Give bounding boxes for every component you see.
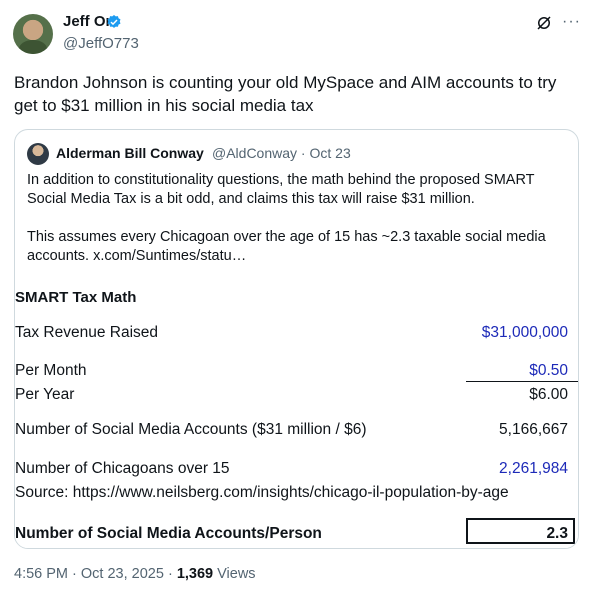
tweet-footer: 4:56 PM · Oct 23, 2025 · 1,369 Views [14, 566, 256, 582]
meta-separator: · [300, 145, 306, 161]
tax-math-image: SMART Tax Math Tax Revenue Raised $31,00… [15, 280, 578, 548]
author-handle[interactable]: @JeffO773 [63, 35, 139, 52]
tweet-text: Brandon Johnson is counting your old MyS… [14, 73, 557, 115]
quoted-author-meta: @AldConway · Oct 23 [212, 145, 351, 161]
result-box [466, 518, 575, 544]
quoted-paragraph-2: This assumes every Chicagoan over the ag… [27, 229, 546, 264]
per-year-label: Per Year [15, 386, 75, 403]
author-avatar[interactable] [13, 14, 53, 54]
quoted-tweet[interactable]: Alderman Bill Conway @AldConway · Oct 23… [14, 129, 579, 549]
verified-badge-icon [107, 15, 121, 28]
per-month-label: Per Month [15, 362, 87, 379]
grok-icon[interactable] [535, 14, 553, 32]
quoted-author-name: Alderman Bill Conway [56, 145, 204, 161]
quoted-author-avatar [27, 143, 49, 165]
accounts-label: Number of Social Media Accounts ($31 mil… [15, 421, 367, 438]
quoted-text: In addition to constitutionality questio… [27, 171, 567, 266]
more-options-icon[interactable]: ··· [562, 14, 580, 32]
sum-underline [466, 381, 578, 382]
source-text: Source: https://www.neilsberg.com/insigh… [15, 484, 509, 501]
per-year-value: $6.00 [529, 386, 568, 403]
tweet-header: Jeff Orr @JeffO773 ··· [0, 0, 597, 64]
views-count: 1,369 [176, 566, 214, 582]
quoted-paragraph-1: In addition to constitutionality questio… [27, 172, 535, 207]
quoted-date: Oct 23 [309, 145, 351, 161]
chicagoans-value: 2,261,984 [499, 460, 568, 477]
per-person-label: Number of Social Media Accounts/Person [15, 525, 322, 542]
revenue-label: Tax Revenue Raised [15, 324, 159, 341]
sheet-title: SMART Tax Math [15, 289, 137, 306]
per-month-value: $0.50 [529, 362, 568, 379]
quoted-author-handle: @AldConway [212, 145, 298, 161]
chicagoans-label: Number of Chicagoans over 15 [15, 460, 230, 477]
views-label: Views [213, 566, 256, 582]
revenue-value: $31,000,000 [481, 324, 568, 341]
post-time[interactable]: 4:56 PM · Oct 23, 2025 · [14, 566, 177, 582]
accounts-value: 5,166,667 [499, 421, 568, 438]
